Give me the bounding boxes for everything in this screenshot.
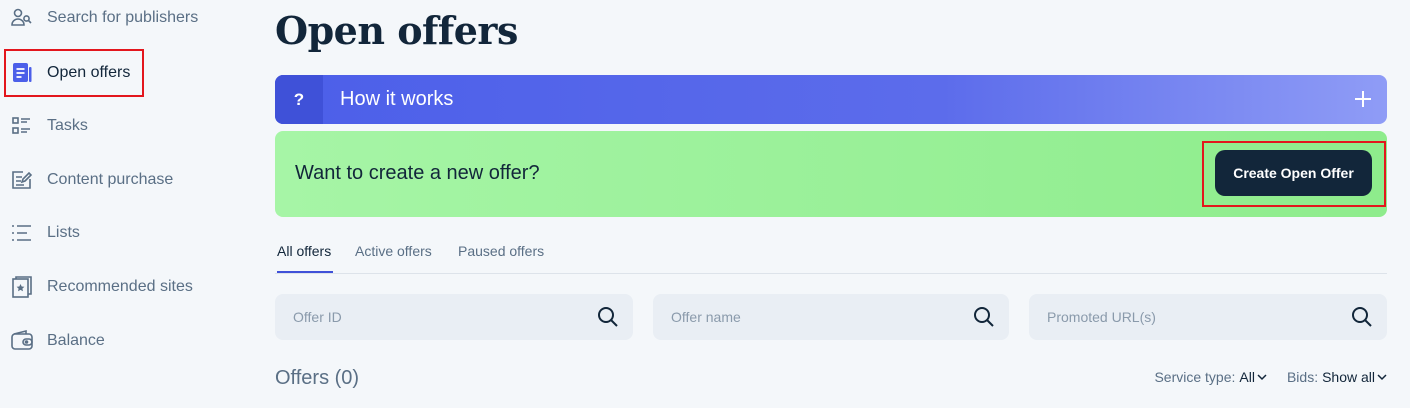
how-it-works-accordion[interactable]: ? How it works bbox=[275, 75, 1387, 124]
sidebar-item-tasks[interactable]: Tasks bbox=[10, 108, 88, 144]
offer-id-search bbox=[275, 294, 633, 340]
how-it-works-label: How it works bbox=[340, 88, 454, 110]
plus-icon[interactable] bbox=[1353, 87, 1373, 111]
create-offer-banner: Want to create a new offer? Create Open … bbox=[275, 131, 1387, 217]
promoted-url-search bbox=[1029, 294, 1387, 340]
sidebar-item-label: Recommended sites bbox=[47, 278, 193, 295]
tab-all-offers[interactable]: All offers bbox=[277, 243, 334, 273]
list-icon bbox=[10, 221, 34, 245]
sidebar-item-content-purchase[interactable]: Content purchase bbox=[10, 162, 173, 198]
sidebar-item-lists[interactable]: Lists bbox=[10, 215, 80, 251]
sidebar-item-label: Content purchase bbox=[47, 171, 174, 188]
sidebar-item-search-publishers[interactable]: Search for publishers bbox=[10, 0, 198, 36]
create-open-offer-button[interactable]: Create Open Offer bbox=[1215, 150, 1372, 196]
document-icon bbox=[10, 61, 34, 85]
service-type-value: All bbox=[1239, 369, 1255, 385]
sidebar-item-label: Open offers bbox=[47, 64, 131, 81]
sidebar-item-open-offers[interactable]: Open offers bbox=[3, 49, 145, 97]
offer-name-search bbox=[653, 294, 1009, 340]
offer-id-input[interactable] bbox=[275, 294, 633, 340]
bids-label: Bids: bbox=[1286, 369, 1319, 385]
offer-tabs: All offers Active offers Paused offers bbox=[275, 240, 1387, 274]
question-icon: ? bbox=[275, 75, 323, 124]
offer-filters: Service type: All Bids: Show all bbox=[1154, 369, 1387, 385]
bids-value: Show all bbox=[1322, 369, 1375, 385]
create-offer-prompt: Want to create a new offer? bbox=[295, 162, 540, 184]
search-icon[interactable] bbox=[1351, 306, 1373, 328]
search-icon[interactable] bbox=[973, 306, 995, 328]
tab-active-offers[interactable]: Active offers bbox=[355, 243, 432, 271]
create-button-highlight: Create Open Offer bbox=[1202, 141, 1386, 207]
promoted-url-input[interactable] bbox=[1029, 294, 1387, 340]
wallet-icon bbox=[10, 329, 34, 353]
sidebar-item-label: Lists bbox=[47, 224, 80, 241]
bids-filter[interactable]: Bids: Show all bbox=[1287, 369, 1387, 385]
sidebar-item-label: Tasks bbox=[47, 117, 88, 134]
sidebar-item-label: Balance bbox=[47, 332, 105, 349]
search-icon[interactable] bbox=[597, 306, 619, 328]
sidebar-item-balance[interactable]: Balance bbox=[10, 323, 105, 359]
service-type-filter[interactable]: Service type: All bbox=[1154, 369, 1267, 385]
edit-document-icon bbox=[10, 168, 34, 192]
tasks-list-icon bbox=[10, 114, 34, 138]
main-content: Open offers ? How it works Want to creat… bbox=[275, 0, 1387, 408]
chevron-down-icon bbox=[1257, 374, 1267, 381]
offers-count-heading: Offers (0) bbox=[275, 367, 360, 389]
star-bookmark-icon bbox=[10, 275, 34, 299]
chevron-down-icon bbox=[1377, 374, 1387, 381]
service-type-label: Service type: bbox=[1154, 369, 1236, 385]
offer-name-input[interactable] bbox=[653, 294, 1009, 340]
users-search-icon bbox=[10, 6, 34, 30]
sidebar-item-recommended-sites[interactable]: Recommended sites bbox=[10, 269, 193, 305]
sidebar-item-label: Search for publishers bbox=[47, 9, 199, 26]
sidebar: Search for publishers Open offers Tasks bbox=[0, 0, 250, 408]
tab-paused-offers[interactable]: Paused offers bbox=[458, 243, 544, 271]
page-title: Open offers bbox=[275, 8, 518, 53]
